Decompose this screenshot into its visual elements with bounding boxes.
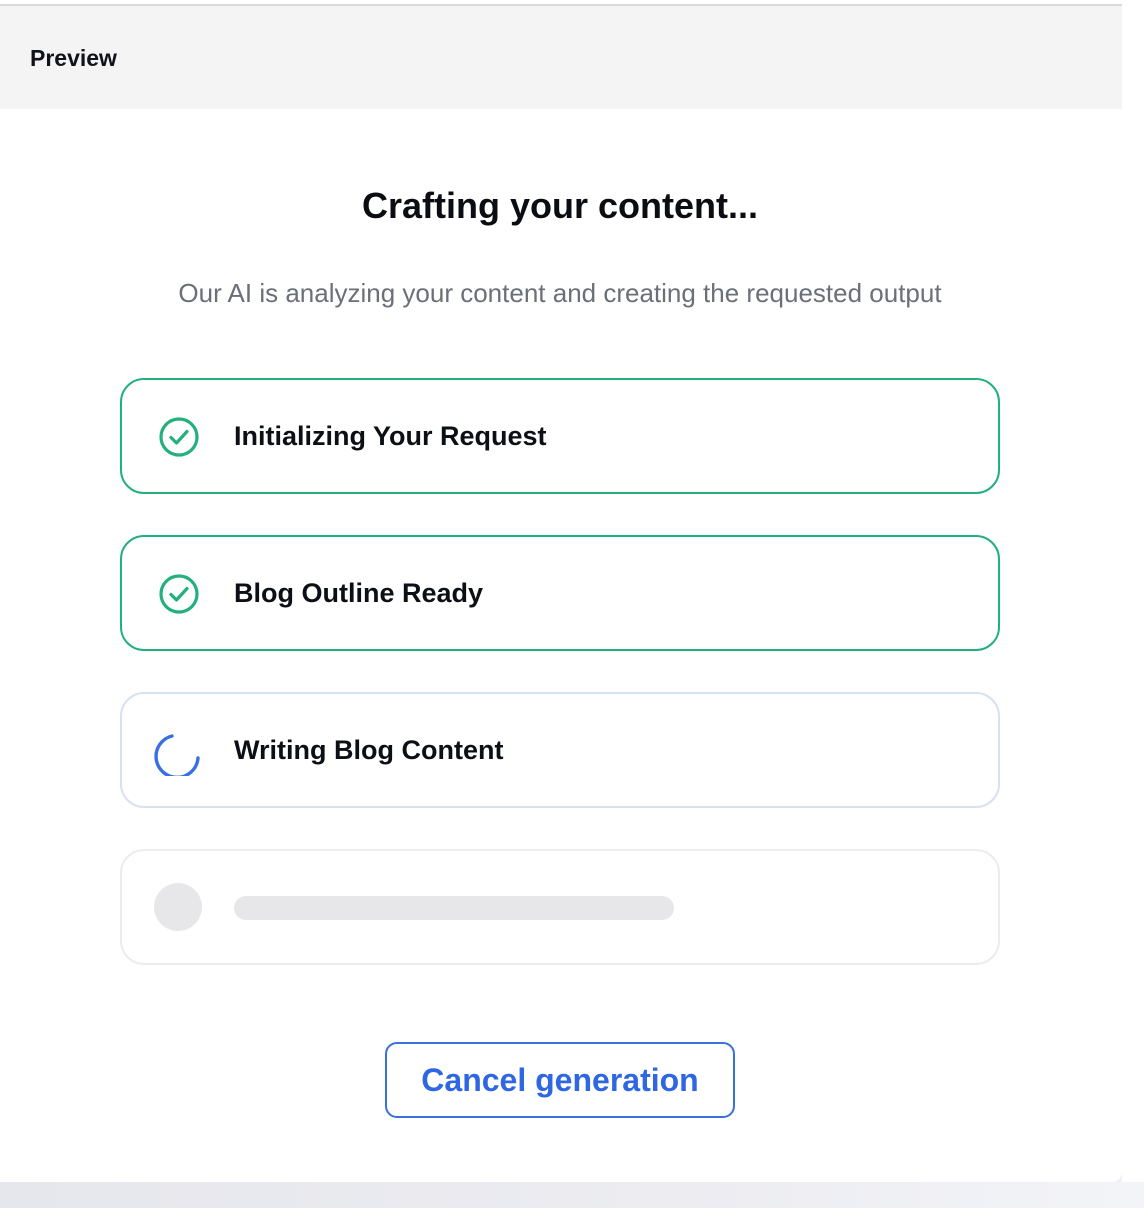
step-label: Writing Blog Content: [234, 735, 504, 765]
panel-header: Preview: [0, 4, 1122, 109]
cancel-generation-button[interactable]: Cancel generation: [385, 1042, 735, 1118]
spinner-icon: [154, 734, 200, 776]
page-title: Crafting your content...: [362, 185, 758, 226]
step-label: Blog Outline Ready: [234, 578, 484, 608]
step-blog-outline-ready: Blog Outline Ready: [120, 535, 1000, 651]
page-subtitle: Our AI is analyzing your content and cre…: [178, 278, 942, 308]
right-gutter: [1122, 0, 1144, 1208]
check-circle-icon: [159, 574, 199, 614]
skeleton-label-placeholder: [234, 896, 674, 920]
check-circle-icon: [159, 417, 199, 457]
bottom-shadow-strip: [0, 1182, 1144, 1208]
step-pending-placeholder: [120, 849, 1000, 965]
skeleton-icon-placeholder: [154, 883, 202, 931]
preview-panel: Preview Crafting your content... Our AI …: [0, 0, 1122, 1182]
step-writing-blog-content: Writing Blog Content: [120, 692, 1000, 808]
step-initializing-request: Initializing Your Request: [120, 378, 1000, 494]
step-label: Initializing Your Request: [234, 421, 547, 451]
panel-title: Preview: [30, 45, 117, 71]
